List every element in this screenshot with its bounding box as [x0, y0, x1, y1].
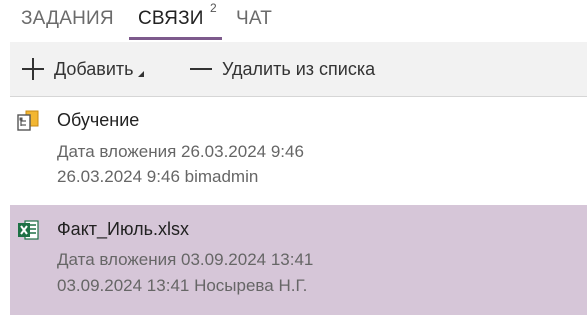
list-item[interactable]: Обучение Дата вложения 26.03.2024 9:46 2… [10, 98, 587, 205]
add-button[interactable]: Добавить [22, 42, 144, 96]
caret-down-icon[interactable] [137, 71, 144, 77]
tab-tasks[interactable]: ЗАДАНИЯ [21, 8, 114, 30]
tab-links[interactable]: СВЯЗИ [138, 8, 204, 30]
tab-bar: ЗАДАНИЯ СВЯЗИ 2 ЧАТ [0, 0, 587, 42]
active-tab-indicator [129, 37, 222, 40]
minus-icon [190, 68, 212, 70]
item-meta: 26.03.2024 9:46 bimadmin [57, 167, 259, 186]
links-count-badge: 2 [210, 1, 217, 15]
remove-from-list-button[interactable]: Удалить из списка [190, 42, 375, 96]
remove-button-label: Удалить из списка [222, 58, 376, 79]
item-attached-date: Дата вложения 03.09.2024 13:41 [57, 250, 314, 269]
item-attached-date: Дата вложения 26.03.2024 9:46 [57, 142, 304, 161]
list-item-selected[interactable]: Факт_Июль.xlsx Дата вложения 03.09.2024 … [10, 205, 587, 315]
links-panel: ЗАДАНИЯ СВЯЗИ 2 ЧАТ Добавить Удалить из … [0, 0, 587, 319]
tab-chat[interactable]: ЧАТ [236, 8, 272, 30]
plus-icon [22, 58, 44, 80]
item-title: Факт_Июль.xlsx [57, 219, 189, 239]
folder-tree-icon [17, 110, 39, 132]
item-title: Обучение [57, 110, 140, 130]
excel-file-icon [17, 219, 39, 241]
item-meta: 03.09.2024 13:41 Носырева Н.Г. [57, 276, 308, 295]
toolbar: Добавить Удалить из списка [10, 42, 587, 97]
add-button-label: Добавить [54, 58, 134, 79]
